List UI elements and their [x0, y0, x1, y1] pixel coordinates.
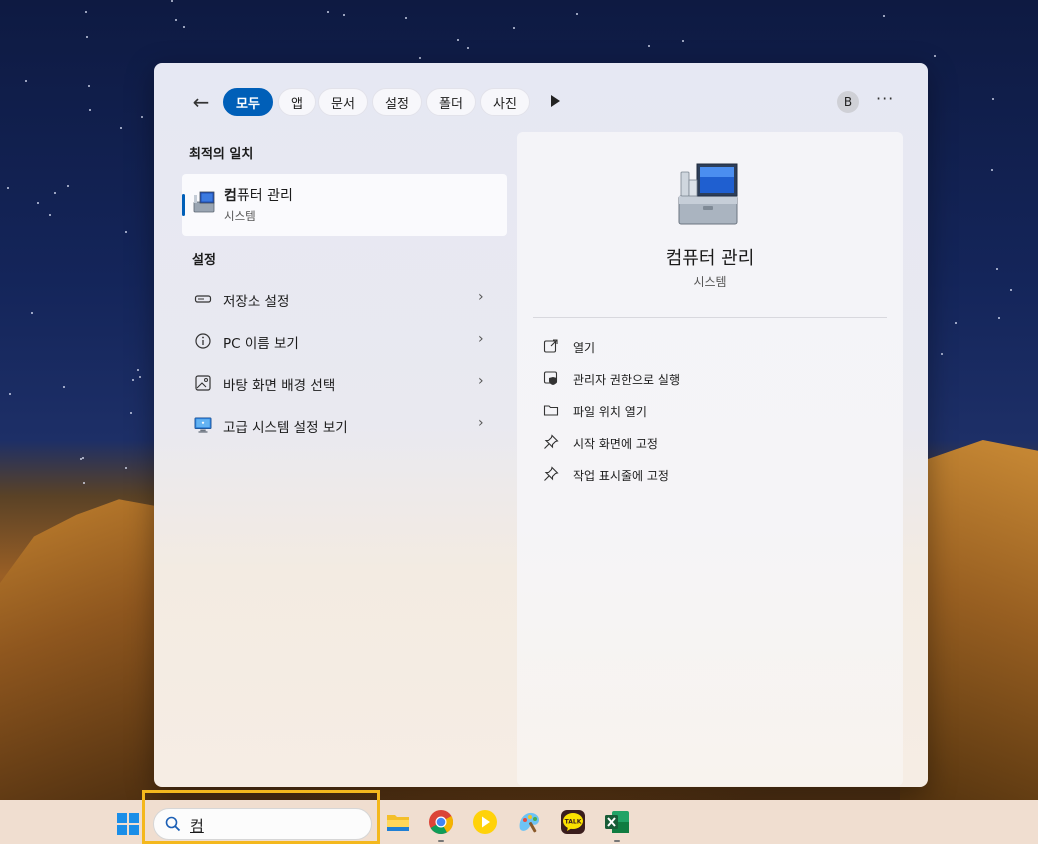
more-options-button[interactable]: ··· — [876, 89, 894, 108]
shield-icon — [543, 371, 558, 385]
action-label: 파일 위치 열기 — [573, 405, 647, 419]
filter-apps[interactable]: 앱 — [278, 88, 316, 116]
settings-item-storage[interactable]: 저장소 설정 › — [182, 280, 507, 318]
best-match-name: 컴퓨터 관리 — [224, 188, 293, 204]
pin-icon — [544, 434, 559, 449]
filter-documents[interactable]: 문서 — [318, 88, 368, 116]
account-avatar[interactable]: B — [837, 91, 859, 113]
taskbar: 컴 TALK — [0, 790, 1038, 844]
star — [30, 312, 33, 315]
chevron-right-icon: › — [478, 373, 484, 389]
star — [575, 12, 578, 15]
settings-item-advanced-system[interactable]: 고급 시스템 설정 보기 › — [182, 406, 507, 444]
media-player-icon[interactable] — [472, 809, 498, 835]
star — [512, 27, 515, 30]
best-match-heading: 최적의 일치 — [189, 147, 254, 162]
paint-icon[interactable] — [516, 809, 542, 835]
star — [82, 481, 85, 484]
settings-item-background[interactable]: 바탕 화면 배경 선택 › — [182, 364, 507, 402]
search-panel: ← 모두 앱 문서 설정 폴더 사진 B ··· 최적의 일치 컴퓨터 관리 시… — [154, 63, 928, 787]
settings-item-pc-name[interactable]: PC 이름 보기 › — [182, 322, 507, 360]
file-explorer-icon[interactable] — [385, 809, 411, 835]
search-highlight-box — [142, 790, 380, 844]
star — [136, 368, 139, 371]
storage-icon — [194, 290, 212, 308]
star — [66, 184, 69, 187]
star — [1009, 288, 1012, 291]
details-title: 컴퓨터 관리 — [665, 248, 755, 269]
filter-photos[interactable]: 사진 — [480, 88, 530, 116]
monitor-icon — [194, 416, 212, 434]
best-match-subtitle: 시스템 — [224, 209, 256, 223]
details-divider — [533, 317, 887, 318]
star — [418, 56, 421, 59]
star — [940, 352, 943, 355]
star — [62, 385, 65, 388]
more-filters-play-icon[interactable] — [551, 95, 560, 107]
settings-item-label: PC 이름 보기 — [223, 336, 299, 352]
details-subtitle: 시스템 — [693, 275, 727, 289]
settings-item-label: 바탕 화면 배경 선택 — [223, 378, 336, 394]
action-label: 열기 — [573, 341, 596, 355]
action-open-file-location[interactable]: 파일 위치 열기 — [543, 399, 873, 423]
filter-bar: ← 모두 앱 문서 설정 폴더 사진 B ··· — [154, 85, 928, 119]
star — [119, 126, 122, 129]
running-indicator — [614, 840, 620, 842]
kakaotalk-label: TALK — [565, 819, 582, 826]
star — [132, 378, 135, 381]
chevron-right-icon: › — [478, 415, 484, 431]
chrome-icon[interactable] — [428, 809, 454, 835]
settings-item-label: 저장소 설정 — [223, 294, 290, 310]
star — [182, 26, 185, 29]
back-button[interactable]: ← — [188, 89, 214, 115]
best-match-result[interactable]: 컴퓨터 관리 시스템 — [182, 174, 507, 236]
open-external-icon — [543, 339, 558, 353]
running-indicator — [438, 840, 444, 842]
excel-icon[interactable] — [604, 809, 630, 835]
action-open[interactable]: 열기 — [543, 335, 873, 359]
computer-management-icon — [193, 191, 215, 213]
filter-settings[interactable]: 설정 — [372, 88, 422, 116]
settings-heading: 설정 — [192, 253, 216, 268]
star — [84, 10, 87, 13]
filter-all[interactable]: 모두 — [223, 88, 273, 116]
computer-management-icon — [678, 163, 738, 225]
windows-start-icon[interactable] — [117, 813, 139, 835]
star — [86, 35, 89, 38]
star — [995, 267, 998, 270]
settings-item-label: 고급 시스템 설정 보기 — [223, 420, 348, 436]
star — [404, 16, 407, 19]
picture-icon — [194, 374, 212, 392]
filter-folders[interactable]: 폴더 — [426, 88, 476, 116]
action-label: 관리자 권한으로 실행 — [573, 373, 680, 387]
details-pane: 컴퓨터 관리 시스템 열기 관리자 권한으로 실행 파일 위치 열기 시작 화면… — [517, 132, 903, 786]
action-label: 시작 화면에 고정 — [573, 437, 658, 451]
chevron-right-icon: › — [478, 331, 484, 347]
action-pin-to-start[interactable]: 시작 화면에 고정 — [543, 431, 873, 455]
star — [36, 202, 39, 205]
chevron-right-icon: › — [478, 289, 484, 305]
selection-indicator — [182, 194, 185, 216]
star — [647, 44, 650, 47]
action-pin-to-taskbar[interactable]: 작업 표시줄에 고정 — [543, 463, 873, 487]
pin-icon — [544, 466, 559, 481]
kakaotalk-icon[interactable]: TALK — [560, 809, 586, 835]
star — [53, 191, 56, 194]
info-icon — [194, 332, 212, 350]
star — [998, 316, 1001, 319]
action-run-as-admin[interactable]: 관리자 권한으로 실행 — [543, 367, 873, 391]
folder-icon — [543, 405, 559, 416]
action-label: 작업 표시줄에 고정 — [573, 469, 669, 483]
